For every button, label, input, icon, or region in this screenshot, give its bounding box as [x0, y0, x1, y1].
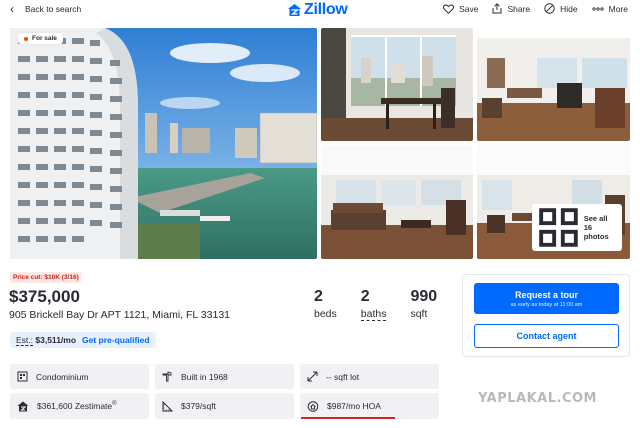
- baths-label[interactable]: baths: [360, 308, 387, 321]
- top-bar: ‹ Back to search Zillow Save Share Hide …: [0, 0, 640, 20]
- see-all-photos-button[interactable]: See all 16 photos: [531, 204, 622, 251]
- fact-home-type: Condominium: [10, 364, 149, 389]
- zestimate-text: $361,600 Zestimate: [37, 401, 113, 411]
- est-value: $3,511/mo: [35, 335, 77, 345]
- zillow-house-icon: [288, 4, 301, 16]
- grid-icon: [538, 208, 578, 247]
- beds-count: 2: [314, 288, 323, 305]
- contact-card: Request a tour as early as today at 11:0…: [462, 274, 630, 357]
- hide-button[interactable]: Hide: [544, 3, 578, 14]
- photo-living-kitchen[interactable]: [477, 28, 630, 141]
- contact-agent-button[interactable]: Contact agent: [474, 324, 619, 348]
- hoa-icon: [307, 400, 319, 412]
- year-built-value: Built in 1968: [181, 371, 228, 382]
- request-tour-subtext: as early as today at 11:00 am: [510, 301, 583, 308]
- share-button[interactable]: Share: [492, 3, 530, 14]
- more-button[interactable]: More: [591, 3, 628, 14]
- home-stats: 2 beds 2 baths 990 sqft: [314, 288, 437, 321]
- price-cut-badge: Price cut: $10K (3/16): [10, 272, 82, 283]
- save-button[interactable]: Save: [443, 4, 478, 14]
- hoa-red-underline: [301, 417, 395, 419]
- sqft-stat: 990 sqft: [410, 288, 437, 321]
- photo-dining-area[interactable]: See all 16 photos: [477, 145, 630, 259]
- lot-icon: [307, 371, 318, 382]
- for-sale-label: For sale: [32, 35, 57, 42]
- listing-actions: Save Share Hide More: [443, 3, 628, 14]
- photo-gallery: For sale See all 16 photos: [10, 28, 630, 259]
- hide-icon: [544, 3, 555, 14]
- fact-hoa: $987/mo HOA: [300, 393, 439, 419]
- share-label: Share: [507, 3, 531, 14]
- baths-stat[interactable]: 2 baths: [360, 288, 387, 321]
- status-dot-icon: [24, 36, 28, 41]
- more-label: More: [608, 3, 628, 14]
- save-label: Save: [459, 3, 479, 14]
- dining-photo-image: [321, 28, 473, 141]
- sqft-label: sqft: [410, 308, 428, 320]
- request-tour-button[interactable]: Request a tour as early as today at 11:0…: [474, 283, 619, 314]
- see-all-label: See all 16 photos: [583, 214, 609, 242]
- beds-stat: 2 beds: [314, 288, 337, 321]
- listing-price: $375,000: [9, 287, 80, 306]
- facts-grid: Condominium Built in 1968 -- sqft lot $3…: [10, 364, 439, 419]
- watermark: YAPLAKAL.COM: [478, 391, 597, 406]
- photo-dining-window[interactable]: [321, 28, 473, 141]
- photo-living-room[interactable]: [321, 145, 473, 259]
- chevron-left-icon: ‹: [10, 2, 14, 16]
- hide-label: Hide: [560, 3, 578, 14]
- for-sale-badge: For sale: [18, 33, 63, 44]
- request-tour-label: Request a tour: [514, 289, 578, 300]
- zestimate-value: $361,600 Zestimate®: [37, 401, 117, 411]
- main-photo-exterior[interactable]: For sale: [10, 28, 317, 259]
- fact-zestimate[interactable]: $361,600 Zestimate®: [10, 393, 149, 419]
- fact-lot-size: -- sqft lot: [300, 364, 439, 389]
- more-icon: [591, 6, 604, 11]
- zestimate-registered-mark: ®: [112, 401, 117, 408]
- hoa-value: $987/mo HOA: [327, 401, 381, 411]
- home-type-value: Condominium: [36, 371, 89, 382]
- zillow-logo[interactable]: Zillow: [288, 1, 348, 19]
- hammer-icon: [162, 371, 172, 382]
- heart-icon: [443, 3, 455, 14]
- baths-count: 2: [360, 288, 370, 305]
- zestimate-house-icon: [17, 401, 29, 411]
- living-room-photo-image: [321, 145, 473, 259]
- brand-name: Zillow: [304, 1, 348, 18]
- living-kitchen-photo-image: [477, 28, 630, 141]
- exterior-photo-image: [10, 28, 317, 259]
- estimated-payment[interactable]: Est.: $3,511/mo: [16, 335, 77, 346]
- estimated-payment-bar: Est.: $3,511/mo Get pre-qualified: [10, 332, 156, 348]
- beds-label: beds: [314, 308, 337, 320]
- back-to-search-link[interactable]: ‹ Back to search: [10, 2, 82, 16]
- listing-address: 905 Brickell Bay Dr APT 1121, Miami, FL …: [9, 309, 230, 321]
- est-prefix: Est.:: [16, 335, 34, 346]
- building-icon: [17, 371, 28, 382]
- back-label: Back to search: [25, 4, 82, 14]
- fact-price-per-sqft: $379/sqft: [155, 393, 294, 419]
- sqft-count: 990: [410, 288, 438, 305]
- get-prequalified-link[interactable]: Get pre-qualified: [82, 335, 150, 345]
- price-per-sqft-value: $379/sqft: [181, 401, 216, 411]
- fact-year-built: Built in 1968: [155, 364, 294, 389]
- share-icon: [492, 3, 502, 14]
- ruler-icon: [162, 400, 173, 411]
- lot-size-value: -- sqft lot: [326, 371, 360, 382]
